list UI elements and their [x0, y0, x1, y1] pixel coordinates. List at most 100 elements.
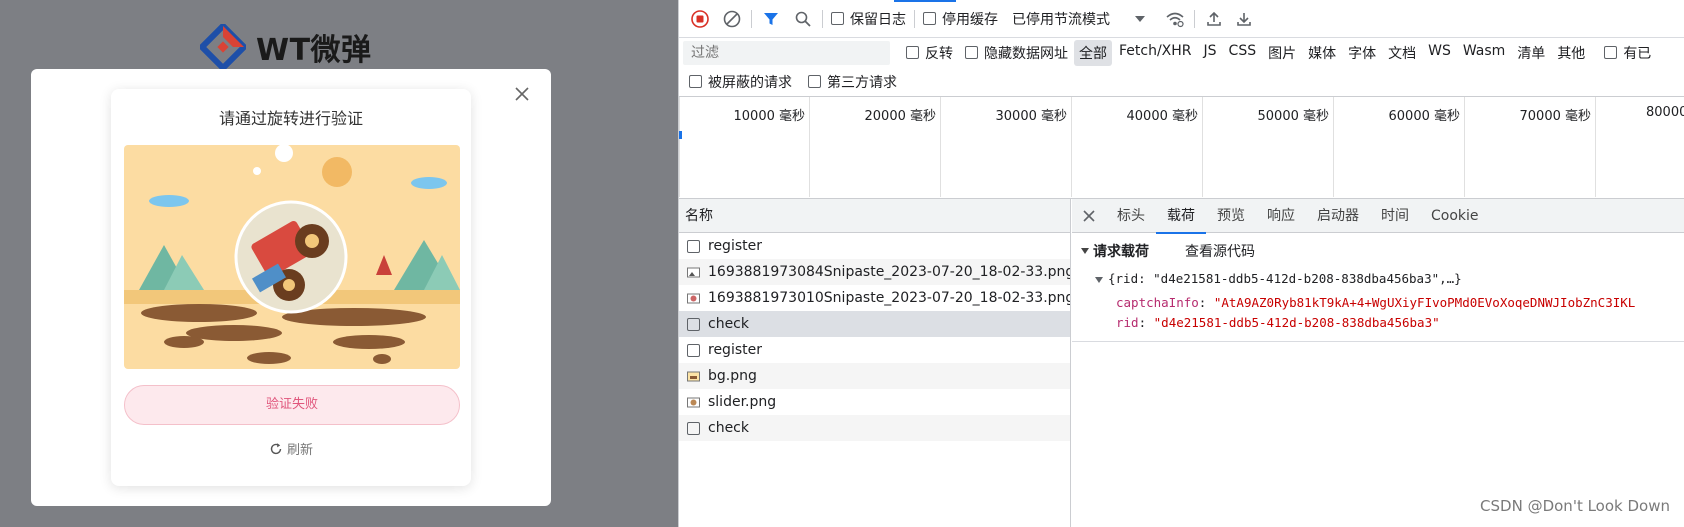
payload-section-header: 请求载荷 查看源代码	[1080, 241, 1255, 261]
wifi-settings-icon	[1166, 12, 1184, 27]
tab-response[interactable]: 响应	[1256, 199, 1306, 233]
tab-payload[interactable]: 载荷	[1156, 199, 1206, 234]
clear-button[interactable]	[721, 7, 743, 31]
disable-cache-checkbox[interactable]: 停用缓存	[923, 9, 998, 29]
type-filter-manifest[interactable]: 清单	[1512, 40, 1550, 66]
type-filter-img[interactable]: 图片	[1263, 40, 1301, 66]
request-row[interactable]: 1693881973010Snipaste_2023-07-20_18-02-3…	[679, 285, 1070, 311]
overview-tick: 80000	[1595, 97, 1684, 197]
network-conditions-button[interactable]	[1164, 7, 1186, 31]
resource-type-filters: 全部 Fetch/XHR JS CSS 图片 媒体 字体 文档 WS Wasm …	[1074, 39, 1592, 66]
overview-tick: 50000 毫秒	[1202, 97, 1333, 197]
toolbar-divider	[1194, 9, 1195, 28]
disable-cache-label: 停用缓存	[942, 11, 998, 28]
triangle-down-icon[interactable]	[1094, 275, 1104, 285]
request-row[interactable]: bg.png	[679, 363, 1070, 389]
request-row-selected[interactable]: check	[679, 311, 1070, 337]
network-overview-timeline[interactable]: 10000 毫秒 20000 毫秒 30000 毫秒 40000 毫秒 5000…	[679, 97, 1684, 199]
document-icon	[687, 343, 700, 357]
network-toolbar: 保留日志 停用缓存 已停用节流模式	[679, 0, 1684, 38]
checkbox-box[interactable]	[808, 75, 821, 88]
preserve-log-checkbox[interactable]: 保留日志	[831, 9, 906, 29]
name-column-header[interactable]: 名称	[679, 199, 1070, 233]
tab-preview[interactable]: 预览	[1206, 199, 1256, 233]
request-row[interactable]: register	[679, 233, 1070, 259]
checkbox-box[interactable]	[1604, 46, 1618, 59]
close-details-button[interactable]	[1072, 199, 1106, 233]
request-name: check	[708, 316, 749, 332]
type-filter-doc[interactable]: 文档	[1383, 40, 1421, 66]
triangle-down-icon[interactable]	[1080, 246, 1090, 256]
third-party-label: 第三方请求	[827, 74, 897, 91]
request-row[interactable]: check	[679, 415, 1070, 441]
type-filter-css[interactable]: CSS	[1224, 40, 1262, 66]
captcha-rotate-image	[124, 145, 460, 369]
filter-toggle-button[interactable]	[760, 7, 782, 31]
image-file-icon	[687, 397, 700, 407]
export-har-button[interactable]	[1233, 7, 1255, 31]
clear-icon	[723, 10, 741, 27]
captcha-card: 请通过旋转进行验证 验证失败 刷新	[111, 89, 471, 486]
request-name: slider.png	[708, 394, 777, 410]
overview-tick: 70000 毫秒	[1464, 97, 1595, 197]
payload-object-summary[interactable]: {rid: "d4e21581-ddb5-412d-b208-838dba456…	[1094, 271, 1462, 286]
request-row[interactable]: slider.png	[679, 389, 1070, 415]
field-key: rid	[1116, 315, 1139, 330]
field-key: captchaInfo	[1116, 295, 1199, 310]
request-list: 名称 register 1693881973084Snipaste_2023-0…	[679, 199, 1071, 527]
payload-field-captchainfo[interactable]: captchaInfo: "AtA9AZ0Ryb81kT9kA+4+WgUXiy…	[1116, 295, 1635, 310]
csdn-watermark: CSDN @Don't Look Down	[1480, 497, 1670, 515]
tab-initiator[interactable]: 启动器	[1306, 199, 1370, 233]
checkbox-box[interactable]	[965, 46, 978, 59]
search-button[interactable]	[792, 7, 814, 31]
request-name: 1693881973010Snipaste_2023-07-20_18-02-3…	[708, 290, 1070, 306]
toolbar-divider	[822, 9, 823, 28]
toolbar-divider	[751, 9, 752, 28]
type-filter-media[interactable]: 媒体	[1303, 40, 1341, 66]
type-filter-other[interactable]: 其他	[1552, 40, 1590, 66]
blocked-requests-checkbox[interactable]: 被屏蔽的请求	[689, 72, 792, 92]
field-value: "AtA9AZ0Ryb81kT9kA+4+WgUXiyFIvoPMd0EVoXo…	[1213, 295, 1636, 310]
tab-cookies[interactable]: Cookie	[1420, 199, 1490, 233]
type-filter-fetch-xhr[interactable]: Fetch/XHR	[1114, 40, 1197, 66]
checkbox-box[interactable]	[689, 75, 702, 88]
close-icon[interactable]	[511, 83, 533, 105]
record-stop-icon	[691, 9, 709, 28]
invert-checkbox[interactable]: 反转	[906, 43, 953, 63]
type-filter-all[interactable]: 全部	[1074, 39, 1112, 66]
diamond-logo-icon	[200, 24, 246, 70]
type-filter-js[interactable]: JS	[1199, 40, 1222, 66]
summary-text: {rid: "d4e21581-ddb5-412d-b208-838dba456…	[1108, 271, 1462, 286]
invert-label: 反转	[925, 45, 953, 62]
search-icon	[795, 11, 811, 27]
third-party-checkbox[interactable]: 第三方请求	[808, 72, 897, 92]
payload-field-rid[interactable]: rid: "d4e21581-ddb5-412d-b208-838dba456b…	[1116, 315, 1440, 330]
request-row[interactable]: register	[679, 337, 1070, 363]
request-name: register	[708, 342, 762, 358]
tab-timing[interactable]: 时间	[1370, 199, 1420, 233]
payload-title[interactable]: 请求载荷	[1093, 241, 1149, 261]
import-har-button[interactable]	[1203, 7, 1225, 31]
divider	[1072, 341, 1684, 342]
type-filter-ws[interactable]: WS	[1423, 40, 1456, 66]
checkbox-box[interactable]	[906, 46, 919, 59]
chevron-down-icon[interactable]	[1134, 13, 1146, 25]
type-filter-font[interactable]: 字体	[1343, 40, 1381, 66]
website-viewport: WT微弹 请通过旋转进行验证 验证失败 刷新	[0, 0, 678, 527]
request-row[interactable]: 1693881973084Snipaste_2023-07-20_18-02-3…	[679, 259, 1070, 285]
captcha-refresh-button[interactable]: 刷新	[111, 439, 471, 458]
filter-input[interactable]	[683, 40, 890, 65]
tab-headers[interactable]: 标头	[1106, 199, 1156, 233]
preserve-log-label: 保留日志	[850, 11, 906, 28]
checkbox-box[interactable]	[923, 12, 936, 25]
hide-data-urls-checkbox[interactable]: 隐藏数据网址	[965, 43, 1068, 63]
checkbox-box[interactable]	[831, 12, 844, 25]
view-source-link[interactable]: 查看源代码	[1185, 241, 1255, 261]
document-icon	[687, 421, 700, 435]
has-blocked-cookies-checkbox[interactable]: 有已	[1604, 43, 1651, 63]
throttling-select[interactable]: 已停用节流模式	[1012, 9, 1110, 29]
close-icon	[1083, 209, 1095, 222]
type-filter-wasm[interactable]: Wasm	[1458, 40, 1510, 66]
overview-tick: 20000 毫秒	[809, 97, 940, 197]
stop-recording-button[interactable]	[689, 7, 711, 31]
